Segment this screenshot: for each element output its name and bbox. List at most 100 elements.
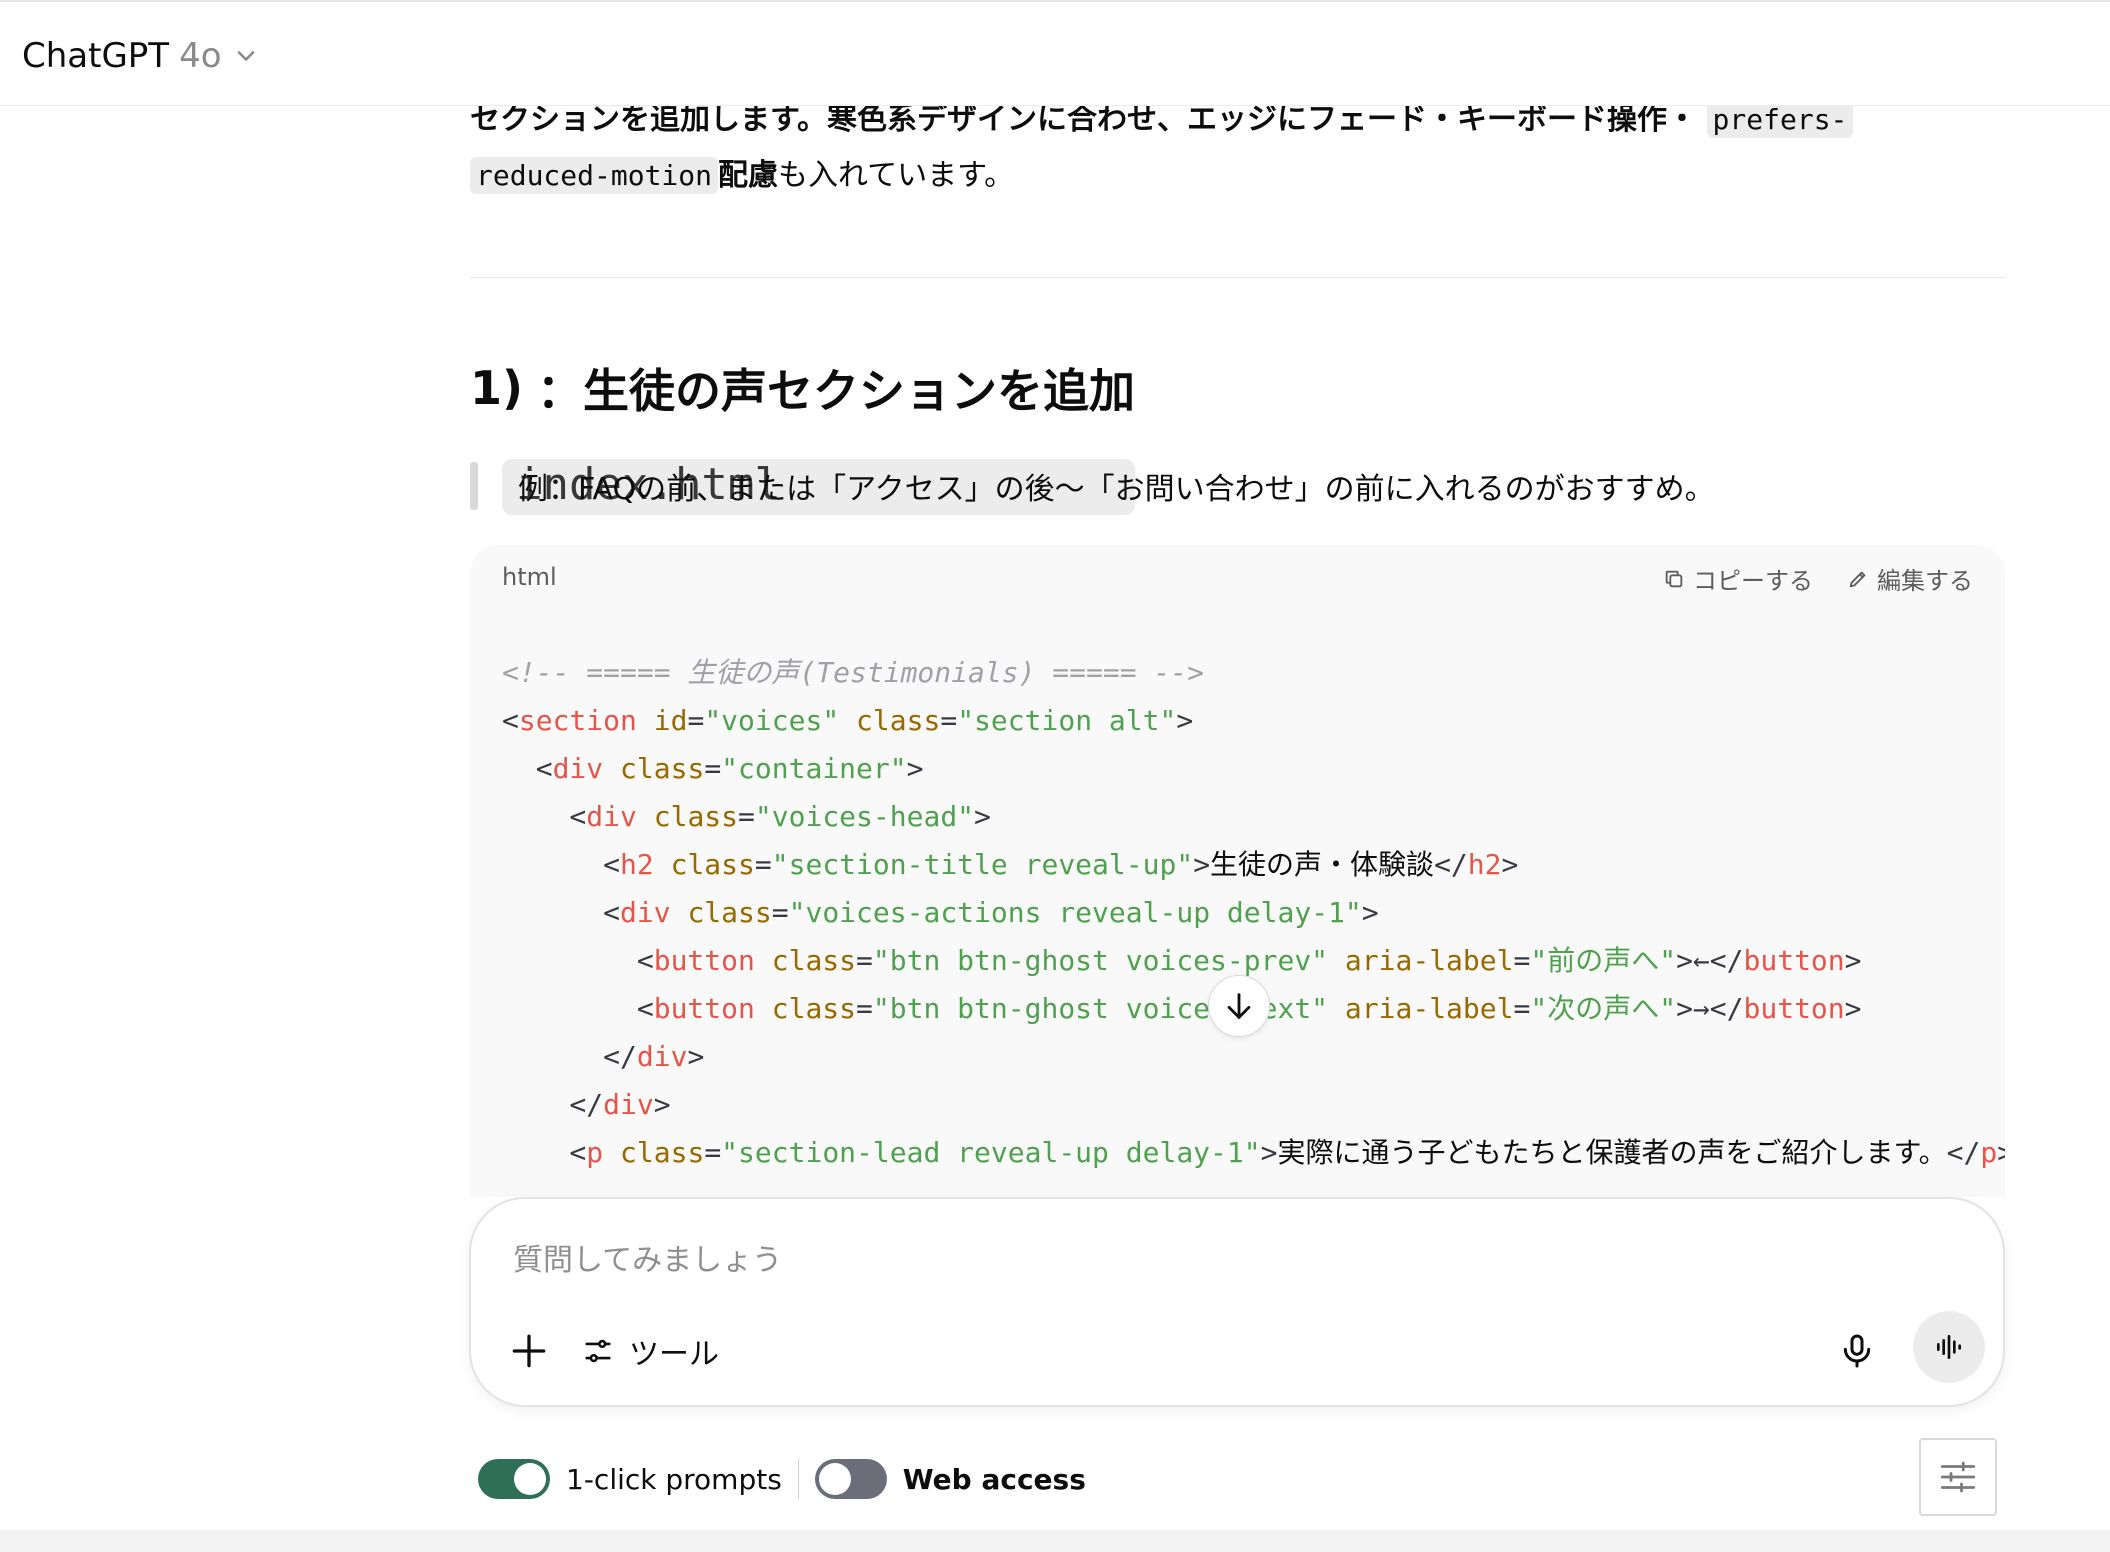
heading-number: 1) [470,361,524,415]
web-access-toggle[interactable] [814,1459,887,1499]
copy-icon [1665,570,1683,587]
code-token: < [502,752,553,785]
code-token: = [704,752,722,785]
blockquote: 例：FAQの前、または「アクセス」の後〜「お問い合わせ」の前に入れるのがおすすめ… [470,462,1715,510]
code-token: class [856,704,941,737]
arrow-down-icon [1227,993,1251,1019]
heading-text: ：生徒の声セクションを追加 [537,364,1136,418]
code-token: <!-- ===== 生徒の声(Testimonials) ===== --> [502,656,1205,689]
code-block: html コピーする 編集する <!-- ===== 生徒の声(Testimon… [470,545,2005,1197]
copy-label: コピーする [1693,567,1813,595]
code-token: = [687,704,705,737]
sliders-icon [585,1339,611,1363]
code-token: < [502,1136,587,1169]
blockquote-text: 例：FAQの前、または「アクセス」の後〜「お問い合わせ」の前に入れるのがおすすめ… [518,472,1715,507]
code-token: = [754,848,772,881]
code-token: div [552,752,604,785]
code-token: > [1176,704,1194,737]
code-line: <p class="section-lead reveal-up delay-1… [502,1129,2005,1177]
code-token: > [1844,944,1862,977]
code-token: "container" [721,752,907,785]
copy-button[interactable]: コピーする [1663,561,1813,596]
code-line: <div class="voices-actions reveal-up del… [502,889,2005,937]
edit-label: 編集する [1877,567,1973,595]
scroll-down-button[interactable] [1208,975,1270,1037]
blockquote-bar [470,462,478,510]
one-click-prompts-toggle[interactable] [478,1459,550,1499]
code-token: < [502,704,519,737]
code-token: "voices" [704,704,840,737]
code-line: </div> [502,1081,2005,1129]
plus-icon[interactable] [507,1329,551,1373]
code-token: "section-lead reveal-up delay-1" [721,1136,1261,1169]
code-token: div [603,1088,654,1121]
section-heading: 1) index.html ：生徒の声セクションを追加 [470,355,1136,515]
code-token: class [771,992,857,1025]
code-token: div [586,800,637,833]
code-token: class [687,896,772,929]
code-token: "section-title reveal-up" [771,848,1194,881]
code-token: h2 [1467,848,1502,881]
code-token: class [771,944,857,977]
intro-line-2: reduced-motion 配慮も入れています。 [470,148,2005,204]
toggle-knob [514,1463,546,1495]
feature-toggles: 1-click prompts Web access [478,1456,1086,1502]
code-token: > [1361,896,1379,929]
code-content: <!-- ===== 生徒の声(Testimonials) ===== --> <… [502,649,2005,1177]
code-token: </ [1946,1136,1981,1169]
code-line: <div class="container"> [502,745,2005,793]
code-token: < [502,944,654,977]
code-token: class [620,1136,705,1169]
code-token: > [1844,992,1862,1025]
prompt-input[interactable]: 質問してみましょう [513,1235,782,1279]
settings-button[interactable] [1919,1438,1997,1516]
code-token: div [636,1040,688,1073]
code-token: < [502,848,621,881]
code-token: </ [1434,848,1468,881]
code-token: > [1260,1136,1278,1169]
code-token: = [856,944,873,977]
code-token: > [1193,848,1211,881]
code-line: <section id="voices" class="section alt"… [502,697,2005,745]
code-token: aria-label [1344,992,1514,1025]
code-token: > [653,1088,671,1121]
code-token: > [1997,1136,2005,1169]
edit-button[interactable]: 編集する [1847,561,1973,596]
code-token: "次の声へ" [1530,992,1677,1025]
code-token: </ [502,1088,604,1121]
tools-label: ツール [629,1337,719,1372]
code-token: button [653,992,755,1025]
model-version: 4o [179,36,222,76]
code-token: section [518,704,637,737]
one-click-prompts-label: 1-click prompts [566,1462,782,1496]
code-token: = [1513,992,1531,1025]
tools-button[interactable]: ツール [581,1329,719,1373]
message-composer[interactable]: 質問してみましょう ツール [469,1197,2005,1407]
microphone-icon[interactable] [1837,1331,1877,1371]
section-divider [470,277,2005,278]
code-token: < [502,992,654,1025]
code-token: = [1513,944,1531,977]
code-token: </ [502,1040,637,1073]
code-token: "btn btn-ghost voices-prev" [872,944,1329,977]
code-line: <h2 class="section-title reveal-up">生徒の声… [502,841,2005,889]
model-selector[interactable]: ChatGPT 4o [22,34,260,78]
chevron-down-icon [237,51,254,61]
code-token: p [586,1136,604,1169]
code-token: = [771,896,789,929]
code-token: "voices-actions reveal-up delay-1" [788,896,1362,929]
code-token: aria-label [1344,944,1514,977]
intro-text-bold: セクションを追加します。寒色系デザインに合わせ、エッジにフェード・キーボード操作… [470,102,1697,137]
voice-mode-button[interactable] [1913,1311,1985,1383]
code-token: = [856,992,873,1025]
code-token: class [620,752,705,785]
